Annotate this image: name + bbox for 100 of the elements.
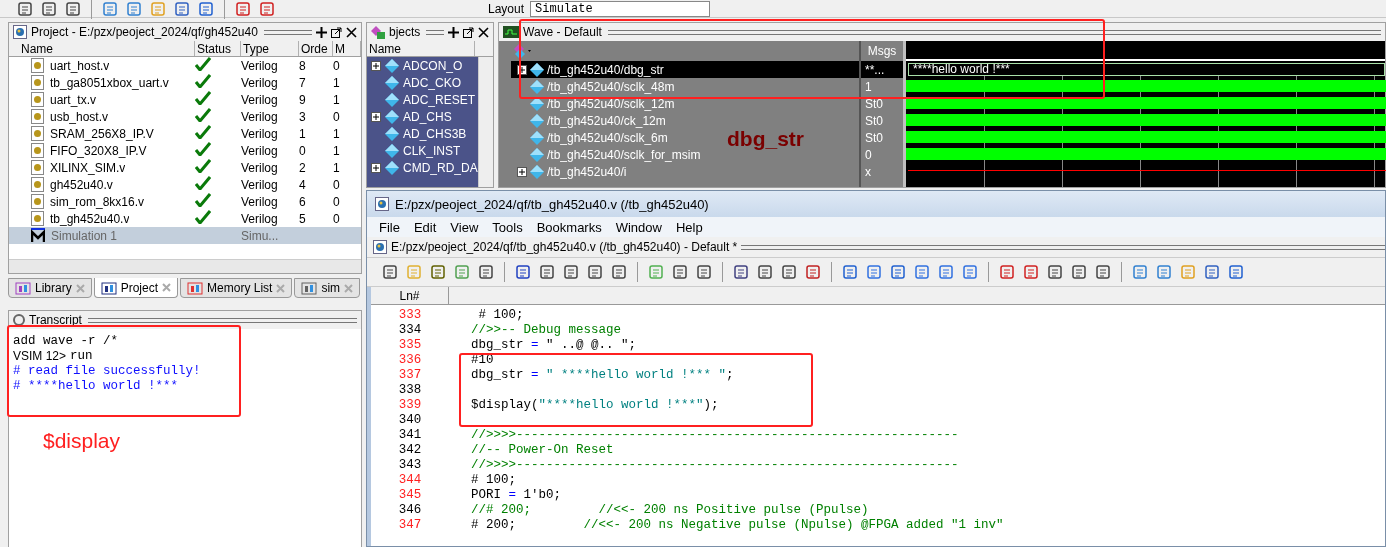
column-header[interactable]: M [333,41,361,56]
project-icon [13,25,27,39]
table-cell-text: 1 [333,126,341,141]
column-header: Ln# [371,287,449,305]
column-header[interactable]: Type [241,41,299,56]
file-icon [31,109,44,124]
file-type: Verilog [241,109,279,124]
transcript-icon [13,314,25,326]
menu-item[interactable]: Edit [413,219,437,235]
menu-item[interactable]: View [450,219,479,235]
expand-icon[interactable] [371,111,381,122]
panel-tab[interactable]: Project [93,278,179,298]
menu-item[interactable]: File [379,219,400,235]
expand-icon[interactable] [517,166,527,177]
file-order: 5 [299,211,307,226]
expand-icon[interactable] [517,64,527,75]
file-order: 7 [299,75,307,90]
signal-icon [385,109,399,124]
file-name: FIFO_320X8_IP.V [50,143,147,158]
close-icon[interactable] [346,26,357,38]
menu-item[interactable]: Tools [492,219,523,235]
table-cell-text: 0 [333,194,341,209]
menu-item[interactable]: Help [675,219,703,235]
table-cell-text: 1 [333,75,341,90]
signal-value: 0 [864,146,873,163]
line-number: 344 [397,472,423,487]
line-number: 335 [397,337,423,352]
signal-icon [530,79,544,94]
close-icon[interactable] [478,26,489,38]
file-type: Verilog [241,194,279,209]
signal-row[interactable]: /tb_gh452u40/dbg_str [511,61,859,78]
annotation-label: dbg_str [727,127,804,151]
code-line: # 100; [477,307,524,322]
file-icon [31,92,44,107]
code-line: //>>>>----------------------------------------------------------- [471,457,959,472]
file-type: Verilog [241,92,279,107]
signal-icon [530,147,544,162]
menu-item[interactable]: Bookmarks [536,219,602,235]
file-icon [31,194,44,209]
add-icon[interactable] [448,26,459,38]
undock-icon[interactable] [331,26,342,38]
expand-icon[interactable] [371,60,381,71]
signal-row[interactable]: /tb_gh452u40/sclk_6m [511,129,672,146]
code-line: dbg_str = " ****hello world !*** "; [471,367,734,382]
file-order: 4 [299,177,307,192]
signal-icon [530,113,544,128]
expand-icon[interactable] [371,162,381,173]
panel-tab[interactable]: Library [8,278,92,298]
code-line: # 100; [471,472,516,487]
table-cell-text: 0 [333,211,341,226]
file-name: usb_host.v [50,109,109,124]
line-number: 336 [397,352,423,367]
column-header[interactable]: Name [9,41,195,56]
signal-row[interactable]: /tb_gh452u40/sclk_12m [511,95,679,112]
file-type: Simu... [241,228,280,243]
panel-tab[interactable]: Memory List [180,278,293,298]
signal-row[interactable]: /tb_gh452u40/ck_12m [511,112,670,129]
simulation-icon [31,228,45,243]
menu-item[interactable]: Window [615,219,662,235]
file-icon [31,211,44,226]
file-order: 6 [299,194,307,209]
signal-icon [385,75,399,90]
panel-tab[interactable]: sim [294,278,361,298]
file-name: Simulation 1 [51,228,118,243]
signal-icon [385,126,399,141]
line-number: 343 [397,457,423,472]
column-header[interactable]: Status [195,41,241,56]
column-header: Msgs [866,43,898,60]
signal-value: St0 [864,95,884,112]
horizontal-scrollbar[interactable] [9,259,361,273]
project-row[interactable]: Simulation 1 Simu... [9,227,361,244]
objects-icon [371,25,385,39]
column-header[interactable]: Orde [299,41,333,56]
file-order: 3 [299,109,307,124]
signal-row[interactable]: /tb_gh452u40/sclk_48m [511,78,679,95]
signal-row[interactable]: /tb_gh452u40/i [511,163,631,180]
signal-icon [385,92,399,107]
file-type: Verilog [241,75,279,90]
file-type: Verilog [241,160,279,175]
file-type: Verilog [241,177,279,192]
signal-value: St0 [864,112,884,129]
layout-label: Layout [488,1,525,16]
file-order: 0 [299,143,307,158]
transcript-line: # ****hello world !*** [13,378,180,393]
code-line: $display("****hello world !***"); [471,397,719,412]
undock-icon[interactable] [463,26,474,38]
waveform: ****hello world !*** [908,63,1385,76]
table-cell-text: 0 [333,58,341,73]
signal-row[interactable]: /tb_gh452u40/sclk_for_msim [511,146,705,163]
layout-select[interactable]: Simulate [530,0,711,17]
transcript-line: add wave -r /* [13,333,120,348]
code-line: dbg_str = " ..@ @.. "; [471,337,637,352]
line-number: 339 [397,397,423,412]
file-type: Verilog [241,143,279,158]
file-type: Verilog [241,126,279,141]
signal-value: x [864,163,872,180]
signal-value: **... [861,61,903,78]
file-name: gh452u40.v [50,177,113,192]
file-name: XILINX_SIM.v [50,160,126,175]
add-icon[interactable] [316,26,327,38]
